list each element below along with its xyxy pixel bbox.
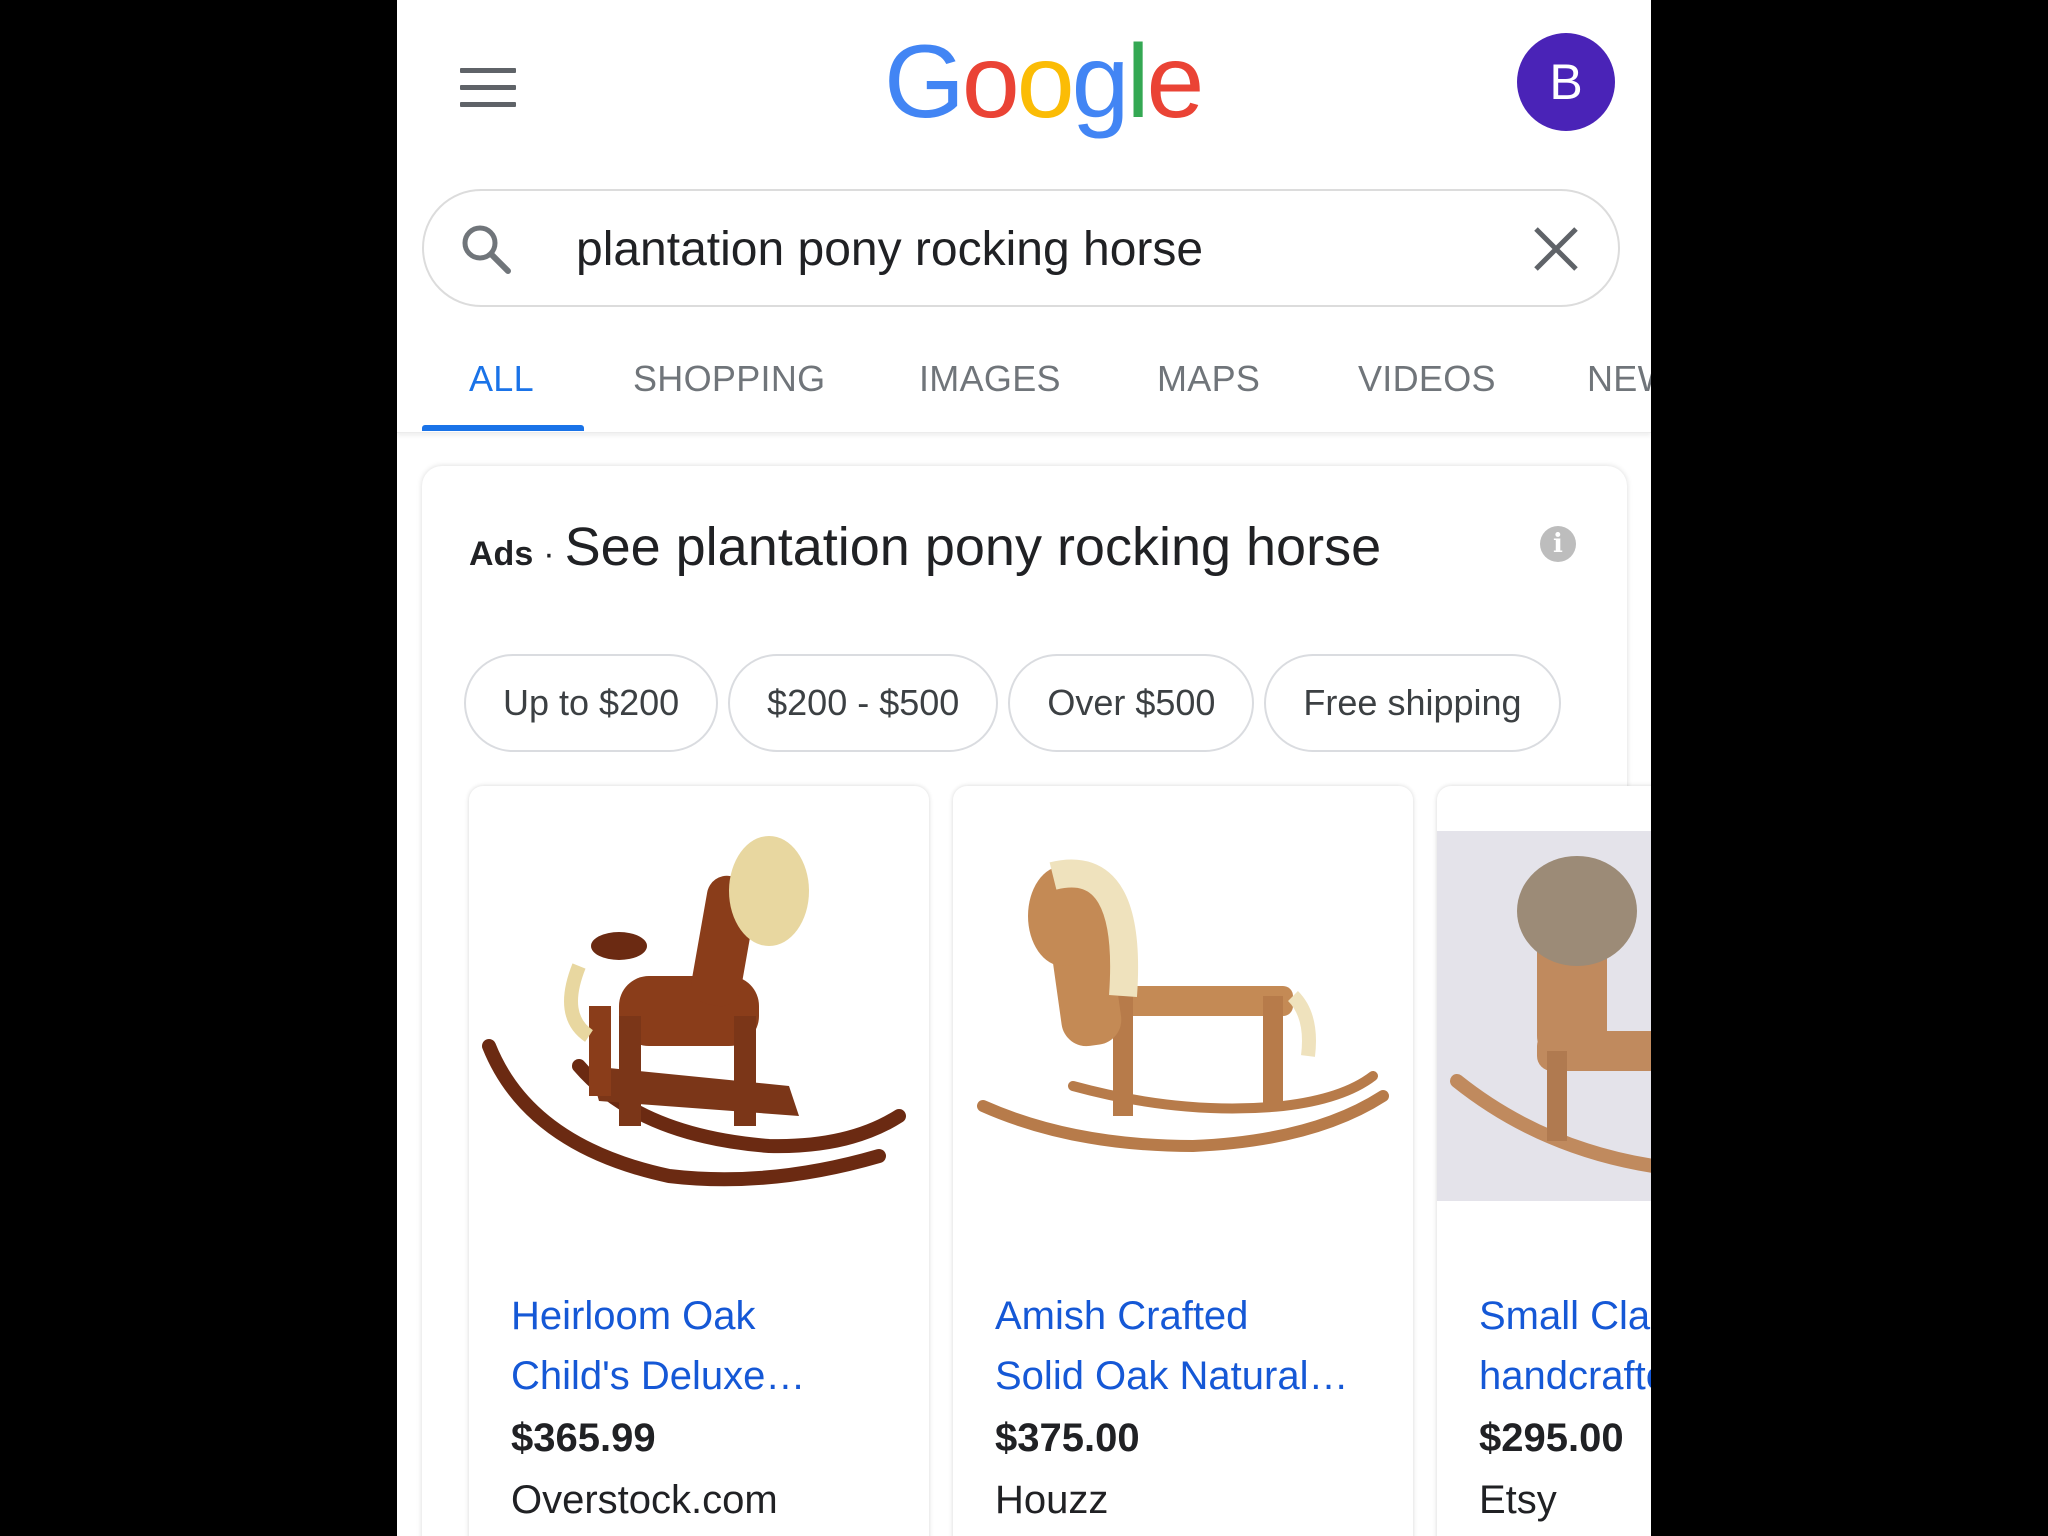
info-icon[interactable]: i (1540, 526, 1576, 562)
product-card[interactable]: Amish Crafted Solid Oak Natural… $375.00… (953, 786, 1413, 1536)
rocking-horse-image (977, 859, 1389, 1153)
tab-news[interactable]: NEWS (1587, 358, 1651, 400)
rocking-horse-image (482, 836, 906, 1187)
ads-label: Ads (469, 535, 534, 573)
tab-videos[interactable]: VIDEOS (1358, 358, 1496, 400)
product-store: Houzz (995, 1478, 1109, 1522)
top-bar: Google B (397, 0, 1651, 180)
phone-screen: Google B ALL SHOPPING IMAGES MAPS VIDEOS… (397, 0, 1651, 1536)
chip-200-500[interactable]: $200 - $500 (728, 654, 999, 752)
chip-up-to-200[interactable]: Up to $200 (464, 654, 719, 752)
product-card[interactable]: Small Classic handcrafted $295.00 Etsy (1437, 786, 1651, 1536)
search-input[interactable] (576, 217, 1496, 281)
product-carousel: Heirloom Oak Child's Deluxe… $365.99 Ove… (469, 786, 1651, 1536)
product-title[interactable]: Small Classic handcrafted (1479, 1286, 1651, 1406)
ads-title: See plantation pony rocking horse (564, 517, 1382, 577)
ads-header: Ads · See plantation pony rocking horse (469, 516, 1381, 578)
ads-separator: · (543, 535, 555, 573)
product-price: $365.99 (511, 1416, 656, 1460)
clear-search-icon[interactable] (1528, 221, 1584, 277)
chip-over-500[interactable]: Over $500 (1008, 654, 1255, 752)
price-filter-chips: Up to $200 $200 - $500 Over $500 Free shipp… (464, 654, 1571, 752)
product-title[interactable]: Amish Crafted Solid Oak Natural… (995, 1286, 1385, 1406)
tab-images[interactable]: IMAGES (919, 358, 1061, 400)
product-store: Etsy (1479, 1478, 1557, 1522)
search-tabs: ALL SHOPPING IMAGES MAPS VIDEOS NEWS (397, 340, 1651, 433)
product-price: $375.00 (995, 1416, 1140, 1460)
hamburger-menu-icon[interactable] (460, 68, 516, 108)
account-avatar[interactable]: B (1517, 33, 1615, 131)
tab-all[interactable]: ALL (469, 358, 534, 400)
active-tab-indicator (422, 425, 584, 431)
search-icon[interactable] (456, 219, 516, 279)
product-card[interactable]: Heirloom Oak Child's Deluxe… $365.99 Ove… (469, 786, 929, 1536)
product-price: $295.00 (1479, 1416, 1624, 1460)
google-logo[interactable]: Google (884, 30, 1204, 134)
chip-free-shipping[interactable]: Free shipping (1264, 654, 1561, 752)
product-store: Overstock.com (511, 1478, 778, 1522)
tab-shopping[interactable]: SHOPPING (633, 358, 825, 400)
rocking-horse-image (1437, 831, 1651, 1201)
product-title[interactable]: Heirloom Oak Child's Deluxe… (511, 1286, 901, 1406)
shopping-ads-card: Ads · See plantation pony rocking horse i … (422, 466, 1651, 1536)
tab-maps[interactable]: MAPS (1157, 358, 1260, 400)
search-bar[interactable] (422, 189, 1620, 307)
